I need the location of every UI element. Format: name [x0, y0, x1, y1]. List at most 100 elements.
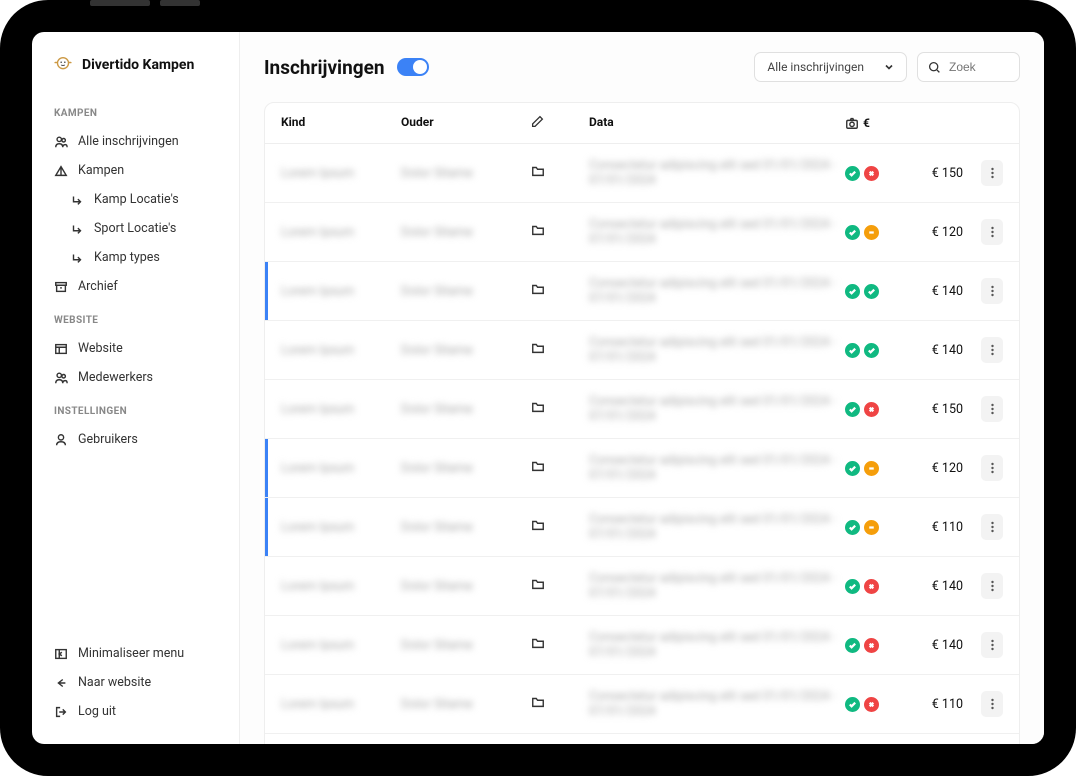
table-row[interactable]: Lorem IpsumDolor SitameConsectetur adipi… [265, 144, 1019, 203]
status-badge-green [864, 343, 879, 358]
cell-data: Consectetur adipiscing elit sed 01/01/20… [589, 394, 845, 424]
sidebar-item-kamp-types[interactable]: Kamp types [46, 243, 225, 272]
cell-folder[interactable] [531, 518, 589, 536]
nav-item-label: Kampen [78, 163, 124, 178]
cell-actions [963, 514, 1003, 540]
cell-status [845, 225, 893, 240]
cell-folder[interactable] [531, 341, 589, 359]
more-button[interactable] [981, 160, 1003, 186]
column-header-status: € [845, 115, 893, 131]
cell-kind: Lorem Ipsum [281, 638, 401, 653]
page-header: Inschrijvingen Alle inschrijvingen [264, 52, 1020, 82]
sidebar-item-website[interactable]: Website [46, 334, 225, 363]
more-button[interactable] [981, 396, 1003, 422]
cell-folder[interactable] [531, 459, 589, 477]
tent-icon [54, 164, 68, 178]
cell-actions [963, 219, 1003, 245]
footer-item-log-uit[interactable]: Log uit [46, 697, 225, 726]
cell-kind: Lorem Ipsum [281, 520, 401, 535]
cell-actions [963, 573, 1003, 599]
cell-folder[interactable] [531, 400, 589, 418]
nav-item-label: Sport Locatie's [94, 221, 176, 236]
cell-folder[interactable] [531, 577, 589, 595]
table-row[interactable]: Lorem IpsumDolor SitameConsectetur adipi… [265, 262, 1019, 321]
cell-kind: Lorem Ipsum [281, 166, 401, 181]
more-button[interactable] [981, 278, 1003, 304]
sidebar-item-alle-inschrijvingen[interactable]: Alle inschrijvingen [46, 127, 225, 156]
footer-item-label: Minimaliseer menu [78, 646, 184, 661]
column-header-edit [531, 115, 589, 131]
registrations-table: Kind Ouder Data € Lorem IpsumDolor Sitam… [264, 102, 1020, 744]
sidebar-item-kampen[interactable]: Kampen [46, 156, 225, 185]
table-row[interactable]: Lorem IpsumDolor SitameConsectetur adipi… [265, 557, 1019, 616]
cell-data: Consectetur adipiscing elit sed 01/01/20… [589, 335, 845, 365]
layout-icon [54, 342, 68, 356]
column-header-kind[interactable]: Kind [281, 115, 401, 131]
table-row[interactable]: Lorem IpsumDolor SitameConsectetur adipi… [265, 734, 1019, 744]
brand: Divertido Kampen [46, 50, 225, 94]
nav-item-label: Alle inschrijvingen [78, 134, 179, 149]
status-badge-green [845, 166, 860, 181]
search-input[interactable] [949, 60, 1009, 74]
more-button[interactable] [981, 632, 1003, 658]
cell-kind: Lorem Ipsum [281, 402, 401, 417]
cell-folder[interactable] [531, 164, 589, 182]
table-row[interactable]: Lorem IpsumDolor Sitame Consectetur adipi… [265, 616, 1019, 675]
view-toggle[interactable] [397, 58, 429, 76]
cell-folder[interactable] [531, 636, 589, 654]
sidebar-item-medewerkers[interactable]: Medewerkers [46, 363, 225, 392]
cell-data: Consectetur adipiscing elit sed 01/01/20… [589, 630, 845, 660]
cell-folder[interactable] [531, 695, 589, 713]
cell-price: € 140 [893, 343, 963, 358]
cell-actions [963, 455, 1003, 481]
sidebar-item-gebruikers[interactable]: Gebruikers [46, 425, 225, 454]
filter-dropdown[interactable]: Alle inschrijvingen [754, 52, 907, 82]
status-badge-green [845, 284, 860, 299]
footer-item-naar-website[interactable]: Naar website [46, 668, 225, 697]
cell-folder[interactable] [531, 223, 589, 241]
table-row[interactable]: Lorem IpsumDolor SitameConsectetur adipi… [265, 321, 1019, 380]
more-button[interactable] [981, 337, 1003, 363]
sidebar-item-sport-locatie-s[interactable]: Sport Locatie's [46, 214, 225, 243]
sidebar-item-kamp-locatie-s[interactable]: Kamp Locatie's [46, 185, 225, 214]
more-button[interactable] [981, 455, 1003, 481]
cell-ouder: Dolor Sitame [401, 697, 531, 712]
footer-item-minimaliseer-menu[interactable]: Minimaliseer menu [46, 639, 225, 668]
cell-status [845, 343, 893, 358]
status-badge-green [845, 520, 860, 535]
nav-item-label: Medewerkers [78, 370, 153, 385]
column-header-ouder[interactable]: Ouder [401, 115, 531, 131]
minimize-icon [54, 647, 68, 661]
status-badge-green [864, 284, 879, 299]
table-row[interactable]: Lorem IpsumDolor SitameConsectetur adipi… [265, 203, 1019, 262]
cell-price: € 140 [893, 638, 963, 653]
cell-status [845, 697, 893, 712]
more-vertical-icon [991, 580, 994, 592]
more-button[interactable] [981, 219, 1003, 245]
column-header-data[interactable]: Data [589, 115, 845, 131]
footer-item-label: Naar website [78, 675, 151, 690]
more-button[interactable] [981, 691, 1003, 717]
table-row[interactable]: Lorem IpsumDolor SitameConsectetur adipi… [265, 380, 1019, 439]
more-button[interactable] [981, 573, 1003, 599]
cell-price: € 140 [893, 284, 963, 299]
sub-icon [70, 251, 84, 265]
cell-kind: Lorem Ipsum [281, 343, 401, 358]
cell-status [845, 520, 893, 535]
table-row[interactable]: Lorem IpsumDolor SitameConsectetur adipi… [265, 675, 1019, 734]
back-icon [54, 676, 68, 690]
archive-icon [54, 280, 68, 294]
cell-ouder: Dolor Sitame [401, 638, 531, 653]
status-badge-green [845, 225, 860, 240]
logout-icon [54, 705, 68, 719]
nav-item-label: Kamp Locatie's [94, 192, 179, 207]
cell-price: € 150 [893, 402, 963, 417]
folder-icon [531, 223, 545, 237]
sidebar-item-archief[interactable]: Archief [46, 272, 225, 301]
table-row[interactable]: Lorem IpsumDolor SitameConsectetur adipi… [265, 498, 1019, 557]
table-row[interactable]: Lorem IpsumDolor SitameConsectetur adipi… [265, 439, 1019, 498]
search-box[interactable] [917, 52, 1020, 82]
more-button[interactable] [981, 514, 1003, 540]
cell-folder[interactable] [531, 282, 589, 300]
cell-ouder: Dolor Sitame [401, 579, 531, 594]
